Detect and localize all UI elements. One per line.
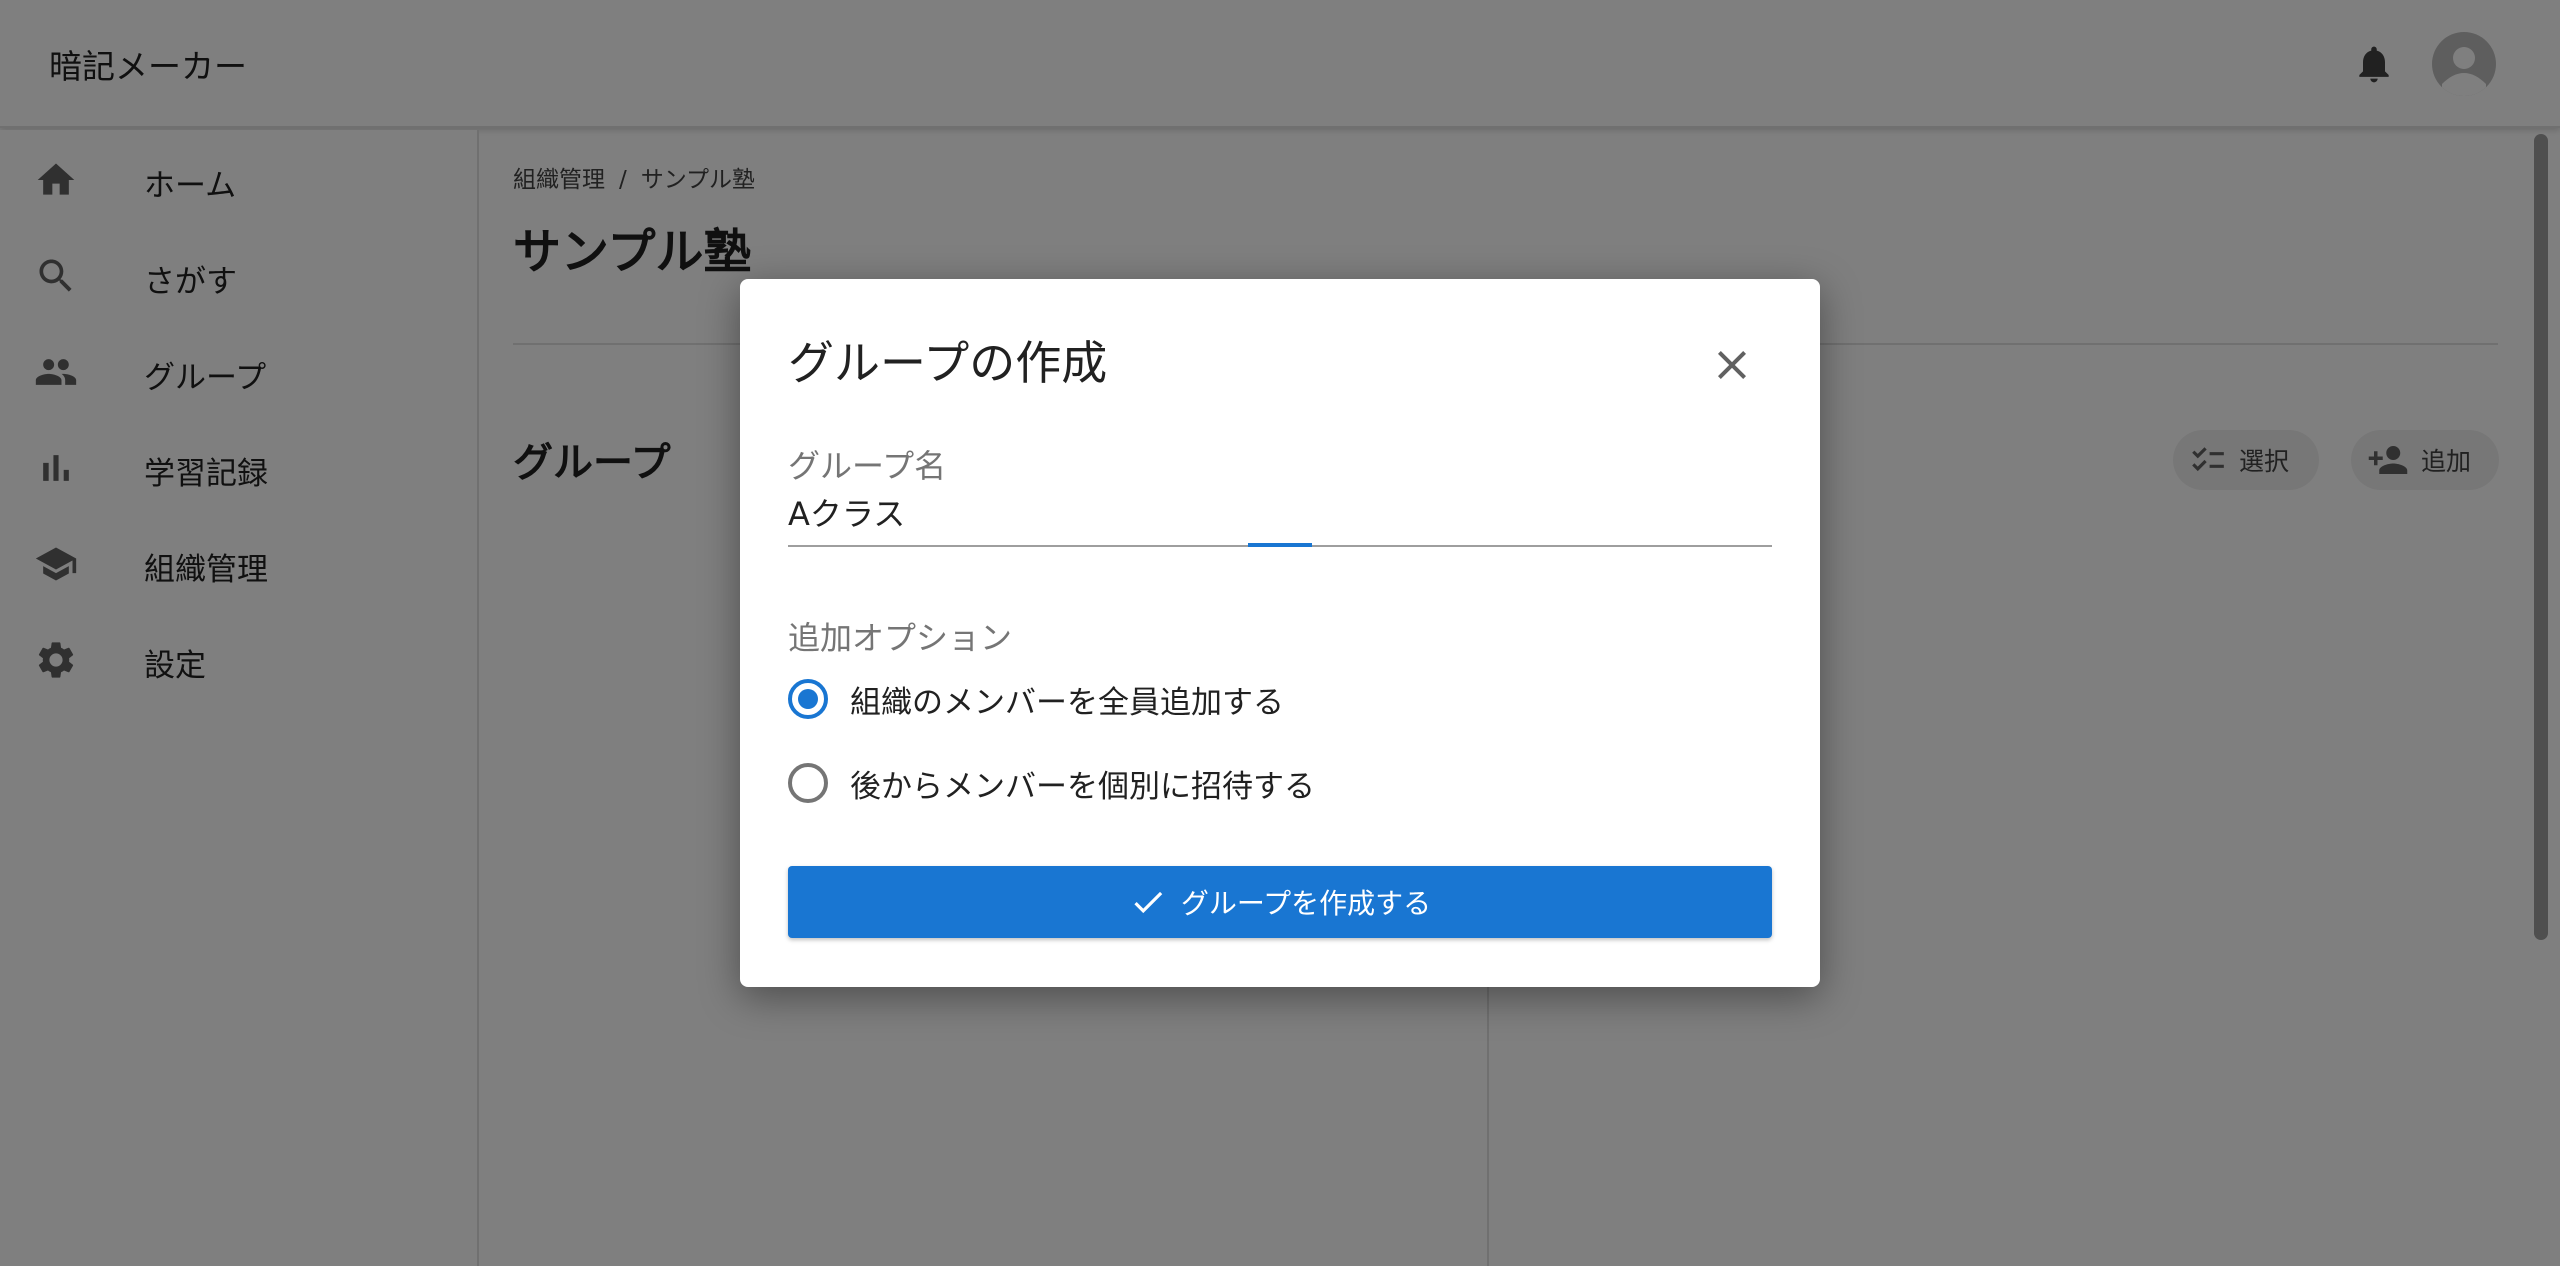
group-name-label: グループ名: [788, 447, 947, 485]
add-options-label: 追加オプション: [788, 619, 1013, 657]
radio-unchecked-icon[interactable]: [788, 763, 828, 803]
group-name-input[interactable]: [788, 487, 1772, 537]
create-group-button-label: グループを作成する: [1180, 887, 1432, 920]
group-name-focus-indicator: [1248, 543, 1312, 547]
create-group-dialog: グループの作成 グループ名 追加オプション 組織のメンバーを全員追加する 後から…: [740, 279, 1820, 987]
option-invite-later[interactable]: 後からメンバーを個別に招待する: [788, 753, 1772, 813]
option-label: 組織のメンバーを全員追加する: [850, 684, 1284, 721]
radio-checked-icon[interactable]: [788, 679, 828, 719]
option-label: 後からメンバーを個別に招待する: [850, 768, 1315, 805]
dialog-title: グループの作成: [788, 336, 1108, 390]
app-root: 暗記メーカー ホーム さがす グループ: [0, 0, 2560, 1266]
option-add-all-members[interactable]: 組織のメンバーを全員追加する: [788, 669, 1772, 729]
close-icon[interactable]: [1708, 341, 1756, 389]
create-group-button[interactable]: グループを作成する: [788, 866, 1772, 938]
check-icon: [1134, 891, 1163, 914]
